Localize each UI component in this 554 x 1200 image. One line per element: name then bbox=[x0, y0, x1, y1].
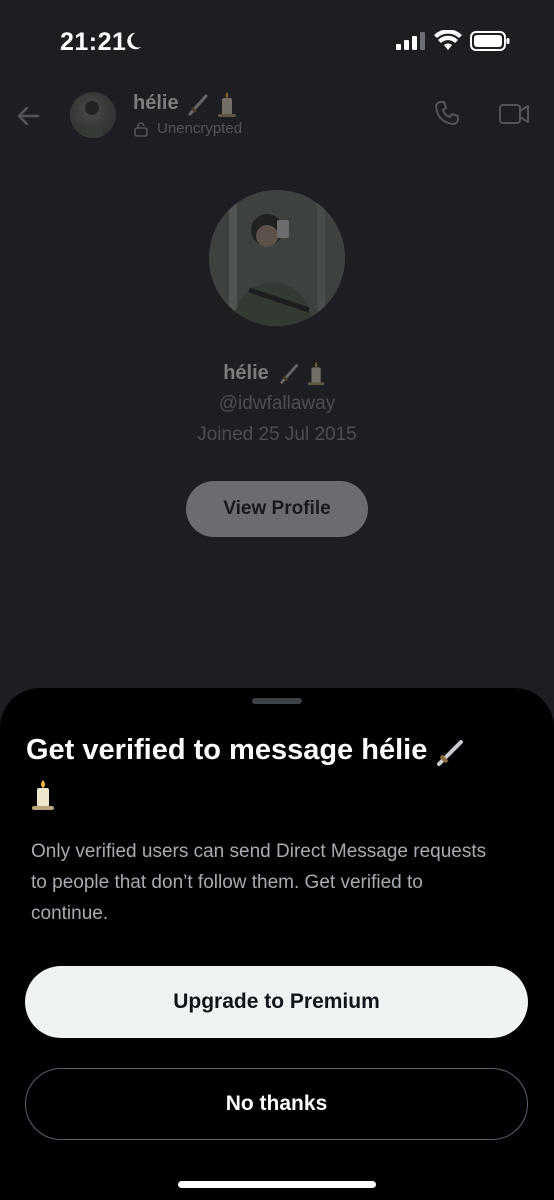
screen: 21:21 hélie Unencrypted hélie @idwfallaw… bbox=[0, 0, 554, 1200]
profile-avatar[interactable] bbox=[209, 190, 345, 326]
no-thanks-button[interactable]: No thanks bbox=[25, 1068, 528, 1140]
header-name: hélie bbox=[133, 92, 179, 114]
arrow-left-icon[interactable] bbox=[14, 102, 42, 130]
encryption-label: Unencrypted bbox=[157, 120, 243, 137]
sheet-title-text: Get verified to message hélie bbox=[26, 734, 428, 766]
dagger-candle-emoji bbox=[188, 92, 236, 117]
verification-bottom-sheet: Get verified to message hélie Only verif… bbox=[0, 688, 554, 1200]
wifi-icon bbox=[434, 30, 462, 50]
moon-icon bbox=[127, 32, 142, 50]
sheet-title: Get verified to message hélie bbox=[26, 728, 526, 816]
view-profile-button[interactable]: View Profile bbox=[186, 481, 368, 537]
dagger-emoji bbox=[437, 740, 464, 767]
profile-handle: @idwfallaway bbox=[218, 393, 336, 414]
candle-emoji bbox=[32, 780, 54, 811]
phone-icon[interactable] bbox=[432, 98, 462, 128]
profile-joined-date: Joined 25 Jul 2015 bbox=[197, 424, 357, 445]
sheet-description: Only verified users can send Direct Mess… bbox=[31, 841, 487, 924]
encryption-status: Unencrypted bbox=[133, 120, 242, 137]
dagger-candle-emoji bbox=[280, 361, 325, 386]
video-camera-icon[interactable] bbox=[498, 100, 530, 128]
profile-name: hélie bbox=[223, 361, 269, 384]
cellular-signal-icon bbox=[396, 32, 425, 50]
lock-icon bbox=[134, 121, 148, 137]
avatar[interactable] bbox=[70, 92, 116, 138]
battery-icon bbox=[470, 31, 510, 51]
sheet-drag-handle[interactable] bbox=[252, 698, 302, 704]
profile-name-row: hélie bbox=[0, 360, 554, 386]
avatar-photo bbox=[80, 101, 104, 138]
status-bar: 21:21 bbox=[0, 0, 554, 84]
profile-photo bbox=[209, 190, 345, 326]
conversation-header: hélie Unencrypted bbox=[0, 84, 554, 148]
upgrade-to-premium-button[interactable]: Upgrade to Premium bbox=[25, 966, 528, 1038]
home-indicator[interactable] bbox=[178, 1181, 376, 1188]
status-time: 21:21 bbox=[60, 28, 127, 56]
